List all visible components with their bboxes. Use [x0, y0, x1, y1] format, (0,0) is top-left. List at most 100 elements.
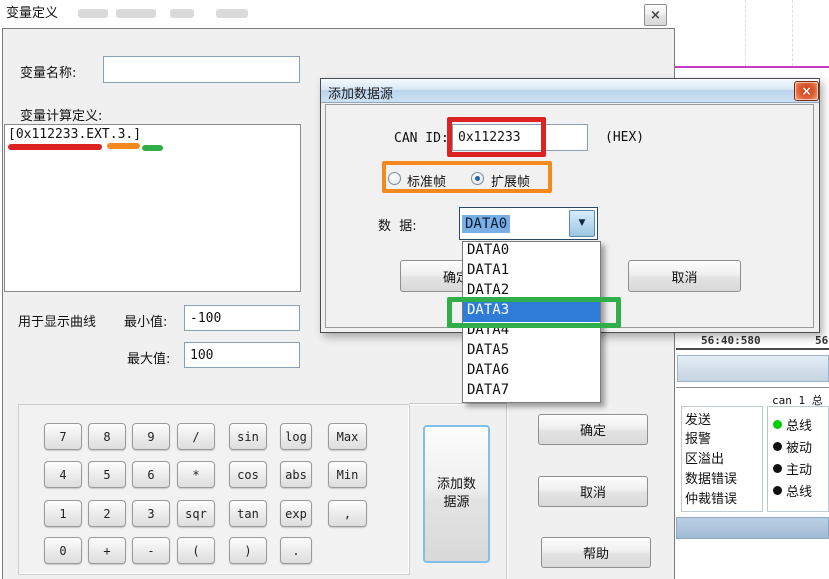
keypad-button[interactable]: )	[229, 537, 267, 564]
ok-button[interactable]: 确定	[538, 414, 648, 445]
status-item: 仲裁错误	[685, 487, 762, 507]
status-item: 报警	[685, 428, 762, 447]
main-dialog-close-button[interactable]: ×	[644, 4, 667, 26]
help-button[interactable]: 帮助	[541, 537, 651, 568]
keypad-button[interactable]: ,	[328, 500, 367, 527]
radio-standard-label[interactable]: 标准帧	[407, 171, 446, 190]
blurred-background-text	[116, 9, 156, 18]
blurred-background-text	[216, 9, 248, 18]
radio-extended-frame[interactable]	[471, 172, 484, 185]
bus-passive-dot	[773, 442, 782, 451]
keypad-button[interactable]: .	[280, 537, 312, 564]
blurred-background-text	[78, 9, 108, 18]
cancel-button[interactable]: 取消	[538, 476, 648, 507]
bus-active-dot	[773, 464, 782, 473]
radio-extended-label[interactable]: 扩展帧	[491, 171, 530, 190]
keypad-button[interactable]: /	[177, 423, 215, 450]
toolbar-strip	[677, 355, 829, 382]
bus-off-dot	[773, 486, 782, 495]
combo-dropdown-button[interactable]: ▼	[569, 210, 595, 237]
add-data-source-label: 添加数据源	[436, 476, 478, 511]
bus-status-item: 总线	[773, 479, 828, 501]
screen: 56:40:580 56 can_1 总 发送 报警 区溢出 数据错误 仲裁错误…	[0, 0, 829, 579]
dropdown-option[interactable]: DATA1	[463, 262, 600, 282]
grid-line	[792, 0, 793, 66]
keypad-button[interactable]: sqr	[177, 500, 215, 527]
popup-cancel-button[interactable]: 取消	[628, 260, 741, 292]
var-name-input[interactable]	[103, 56, 300, 83]
close-icon: ×	[650, 8, 661, 23]
keypad-button[interactable]: 5	[88, 461, 126, 488]
combo-selected-value: DATA0	[462, 215, 510, 233]
dropdown-option[interactable]: DATA0	[463, 242, 600, 262]
keypad-button[interactable]: 7	[44, 423, 82, 450]
calc-def-textarea[interactable]: [0x112233.EXT.3.]	[4, 124, 301, 292]
keypad-button[interactable]: 9	[132, 423, 170, 450]
popup-close-button[interactable]: ×	[794, 81, 819, 101]
annotation-underline-orange	[107, 143, 140, 149]
timeline-label: 56:40:580	[701, 334, 761, 347]
timeline-rule	[676, 348, 829, 350]
annotation-underline-green	[142, 145, 163, 151]
timeline-label-partial: 56	[815, 334, 828, 347]
keypad-button[interactable]: *	[177, 461, 215, 488]
status-item: 发送	[685, 409, 762, 428]
keypad-button[interactable]: 8	[88, 423, 126, 450]
max-input[interactable]	[184, 342, 300, 368]
keypad-button[interactable]: 1	[44, 500, 82, 527]
bottom-strip	[676, 517, 829, 539]
keypad-row: 1 2 3 sqr tan exp ,	[44, 500, 367, 527]
keypad-button[interactable]: 4	[44, 461, 82, 488]
keypad-button[interactable]: Max	[328, 423, 367, 450]
calc-expression: [0x112233.EXT.3.]	[8, 127, 141, 142]
can-id-label: CAN ID:	[394, 131, 449, 146]
keypad-button[interactable]: 0	[44, 537, 82, 564]
add-data-source-dialog: 添加数据源 × CAN ID: (HEX) 标准帧 扩展帧 数 据: DATA0…	[320, 78, 820, 333]
dropdown-option[interactable]: DATA6	[463, 362, 600, 382]
keypad-button[interactable]: sin	[229, 423, 267, 450]
add-data-source-button[interactable]: 添加数据源	[423, 425, 490, 563]
keypad-button[interactable]: 3	[132, 500, 170, 527]
keypad-button[interactable]: Min	[328, 461, 367, 488]
keypad-button[interactable]: -	[132, 537, 170, 564]
keypad-button[interactable]: (	[177, 537, 215, 564]
var-name-label: 变量名称:	[20, 62, 76, 81]
dropdown-option[interactable]: DATA7	[463, 382, 600, 402]
keypad-row: 0 + - ( ) .	[44, 537, 328, 564]
dropdown-option[interactable]: DATA5	[463, 342, 600, 362]
keypad-row: 4 5 6 * cos abs Min	[44, 461, 367, 488]
bus-status-item: 主动	[773, 457, 828, 479]
radio-standard-frame[interactable]	[388, 172, 401, 185]
curve-label: 用于显示曲线	[18, 311, 96, 330]
calc-def-label: 变量计算定义:	[20, 105, 102, 124]
min-label: 最小值:	[124, 311, 167, 330]
data-label: 数 据:	[378, 215, 417, 234]
keypad-button[interactable]: cos	[229, 461, 267, 488]
data-combobox[interactable]: DATA0 ▼	[459, 207, 598, 240]
max-label: 最大值:	[127, 348, 170, 367]
keypad-button[interactable]: log	[280, 423, 312, 450]
bus-status-item: 总线	[773, 413, 828, 435]
keypad-button[interactable]: tan	[229, 500, 267, 527]
keypad-button[interactable]: 6	[132, 461, 170, 488]
blurred-background-text	[170, 9, 194, 18]
popup-titlebar[interactable]: 添加数据源 ×	[321, 79, 819, 103]
status-panel-right: 总线 被动 主动 总线	[767, 406, 829, 512]
panel-divider-v	[506, 403, 508, 579]
min-input[interactable]	[184, 305, 300, 331]
popup-title: 添加数据源	[328, 83, 393, 102]
bus-status-item: 被动	[773, 435, 828, 457]
chevron-down-icon: ▼	[579, 219, 586, 228]
bus-ok-dot	[773, 420, 782, 429]
keypad-button[interactable]: 2	[88, 500, 126, 527]
keypad-row: 7 8 9 / sin log Max	[44, 423, 367, 450]
hex-label: (HEX)	[605, 130, 644, 145]
status-item: 数据错误	[685, 467, 762, 487]
keypad-button[interactable]: abs	[280, 461, 312, 488]
status-panel-left: 发送 报警 区溢出 数据错误 仲裁错误	[681, 406, 763, 512]
keypad-button[interactable]: exp	[280, 500, 312, 527]
annotation-underline-red	[8, 144, 102, 150]
keypad-button[interactable]: +	[88, 537, 126, 564]
radio-selected-dot	[475, 176, 480, 181]
annotation-box-green	[447, 297, 621, 328]
